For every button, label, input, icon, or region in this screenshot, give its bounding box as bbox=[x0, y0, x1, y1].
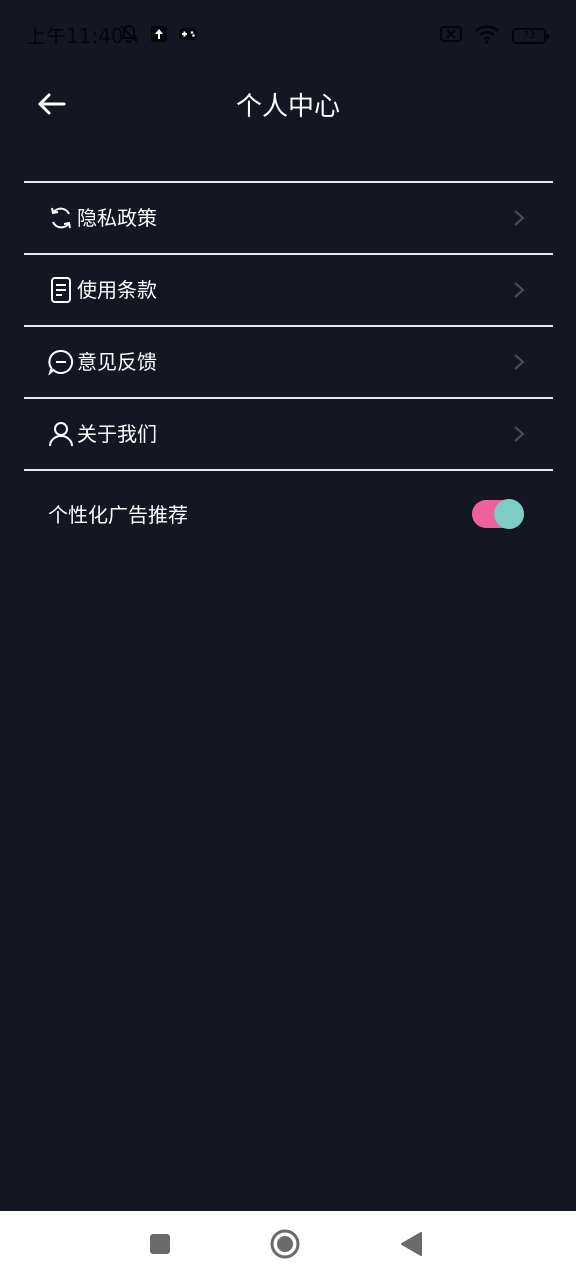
divider bbox=[24, 469, 553, 471]
menu-item-terms-of-use[interactable]: 使用条款 bbox=[24, 255, 553, 325]
header: 个人中心 bbox=[0, 72, 576, 140]
wifi-icon bbox=[474, 24, 500, 48]
status-right-icons: 73 bbox=[440, 24, 549, 48]
personalized-ads-label: 个性化广告推荐 bbox=[48, 503, 188, 527]
triangle-back-icon bbox=[399, 1231, 423, 1261]
document-icon bbox=[48, 277, 74, 303]
sim-error-icon bbox=[440, 25, 462, 47]
circle-icon bbox=[270, 1229, 300, 1263]
menu-item-feedback[interactable]: 意见反馈 bbox=[24, 327, 553, 397]
menu-item-label: 意见反馈 bbox=[77, 350, 157, 374]
home-button[interactable] bbox=[270, 1229, 300, 1263]
chevron-right-icon bbox=[513, 353, 525, 371]
page-title: 个人中心 bbox=[235, 92, 340, 122]
chat-icon bbox=[47, 349, 74, 377]
refresh-icon bbox=[48, 205, 74, 231]
status-left-icons bbox=[118, 24, 198, 48]
personalized-ads-toggle[interactable] bbox=[472, 499, 524, 529]
chevron-right-icon bbox=[513, 281, 525, 299]
bell-muted-icon bbox=[118, 23, 140, 49]
status-time: 上午11:40 bbox=[26, 24, 124, 48]
chevron-right-icon bbox=[513, 425, 525, 443]
menu-item-label: 隐私政策 bbox=[77, 206, 157, 230]
square-icon bbox=[148, 1232, 172, 1260]
menu-item-privacy-policy[interactable]: 隐私政策 bbox=[24, 183, 553, 253]
upload-icon bbox=[150, 25, 168, 47]
menu-item-label: 关于我们 bbox=[77, 422, 157, 446]
personalized-ads-row: 个性化广告推荐 bbox=[24, 477, 553, 553]
back-nav-button[interactable] bbox=[396, 1231, 426, 1261]
chevron-right-icon bbox=[513, 209, 525, 227]
battery-icon: 73 bbox=[512, 28, 549, 44]
person-icon bbox=[48, 421, 74, 447]
toggle-knob bbox=[494, 499, 524, 529]
menu-item-label: 使用条款 bbox=[77, 278, 157, 302]
system-nav-bar bbox=[0, 1211, 576, 1280]
gamepad-icon bbox=[178, 25, 198, 47]
menu-list: 隐私政策 使用条款 意见反馈 关于我们 bbox=[24, 181, 553, 471]
recents-button[interactable] bbox=[145, 1231, 175, 1261]
status-bar: 上午11:40 73 bbox=[0, 0, 576, 72]
menu-item-about-us[interactable]: 关于我们 bbox=[24, 399, 553, 469]
